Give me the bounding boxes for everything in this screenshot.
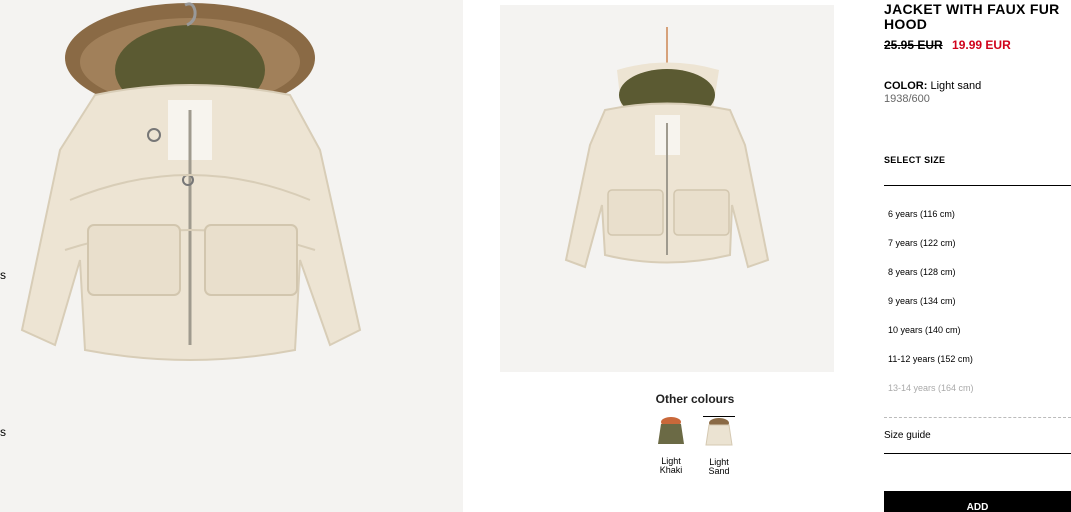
other-colours-title: Other colours xyxy=(655,392,735,406)
add-to-cart-button[interactable]: ADD xyxy=(884,491,1071,512)
product-info-panel: JACKET WITH FAUX FUR HOOD 25.95 EUR 19.9… xyxy=(884,0,1071,454)
product-title: JACKET WITH FAUX FUR HOOD xyxy=(884,1,1060,32)
swatch-label: Light Khaki xyxy=(659,456,683,475)
khaki-jacket-thumbnail xyxy=(658,417,684,444)
color-value: Light sand xyxy=(930,80,982,92)
size-option[interactable]: 11-12 years (152 cm) xyxy=(884,345,1071,374)
price-row: 25.95 EUR 19.99 EUR xyxy=(884,38,1071,52)
size-option[interactable]: 9 years (134 cm) xyxy=(884,287,1071,316)
jacket-photo-large xyxy=(20,2,362,361)
secondary-product-image[interactable] xyxy=(500,5,834,372)
swatch-light-khaki[interactable]: Light Khaki xyxy=(655,416,687,476)
size-option[interactable]: 7 years (122 cm) xyxy=(884,229,1071,258)
size-option[interactable]: 6 years (116 cm) xyxy=(884,200,1071,229)
size-list: 6 years (116 cm) 7 years (122 cm) 8 year… xyxy=(884,200,1071,403)
swatch-label: Light Sand xyxy=(708,457,730,476)
product-reference: 1938/600 xyxy=(884,93,930,105)
select-size-heading: SELECT SIZE xyxy=(884,155,1071,186)
color-label: COLOR: xyxy=(884,80,928,92)
sale-price: 19.99 EUR xyxy=(952,38,1011,52)
colour-swatches: Light Khaki Light Sand xyxy=(600,416,790,476)
size-option[interactable]: 10 years (140 cm) xyxy=(884,316,1071,345)
sand-jacket-thumbnail xyxy=(705,418,733,446)
old-price: 25.95 EUR xyxy=(884,38,943,52)
swatch-light-sand[interactable]: Light Sand xyxy=(703,416,735,476)
edge-text: s xyxy=(0,425,6,439)
size-guide-link[interactable]: Size guide xyxy=(884,417,1071,454)
size-option[interactable]: 8 years (128 cm) xyxy=(884,258,1071,287)
size-option-unavailable: 13-14 years (164 cm) xyxy=(888,383,974,393)
other-colours-section: Other colours Light Khaki Light Sand xyxy=(600,392,790,476)
edge-text: s xyxy=(0,268,6,282)
main-product-image[interactable]: s s xyxy=(0,0,463,512)
jacket-photo-small xyxy=(564,27,770,269)
color-row: COLOR: Light sand xyxy=(884,80,1071,92)
